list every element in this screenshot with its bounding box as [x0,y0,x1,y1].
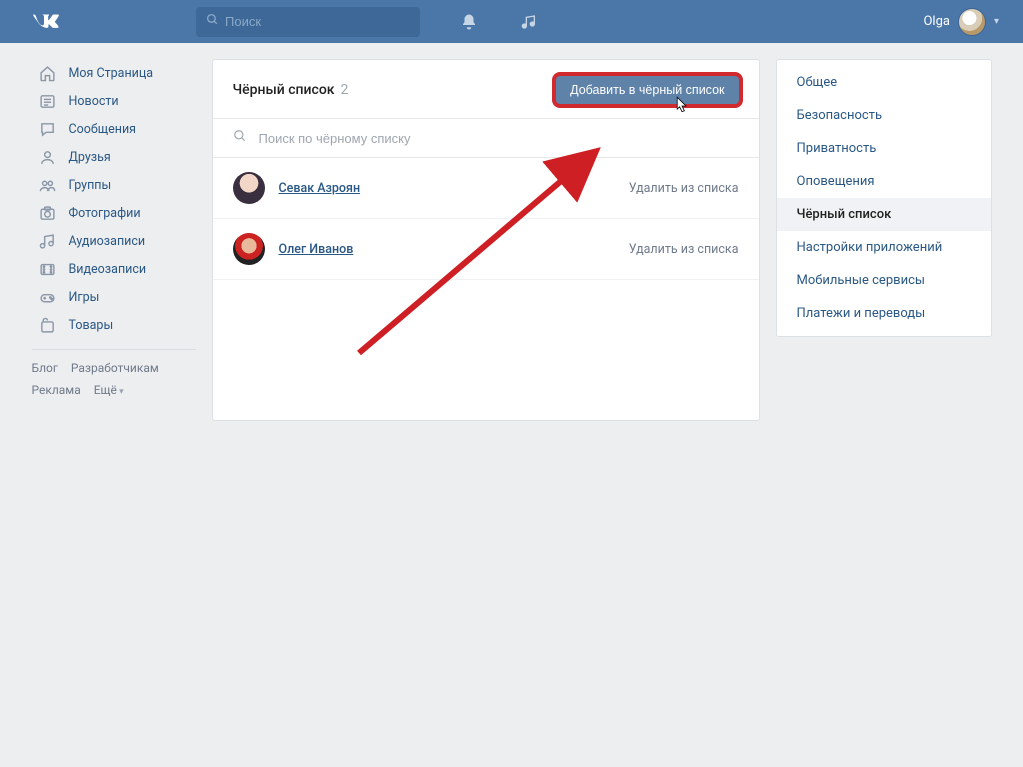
sidebar-item-label: Аудиозаписи [69,234,146,249]
sidebar-item-label: Товары [69,318,114,333]
chevron-down-icon: ▾ [994,16,999,27]
link-devs[interactable]: Разработчикам [71,361,159,375]
panel-header: Чёрный список 2 Добавить в чёрный список [213,60,759,119]
avatar[interactable] [233,172,265,204]
search-icon [206,13,219,30]
friends-icon [38,147,58,167]
sidebar-item-label: Игры [69,290,100,305]
user-name: Olga [923,14,949,29]
sidebar-item-groups[interactable]: Группы [32,171,196,199]
person-name-link[interactable]: Олег Иванов [279,242,354,257]
sidebar-item-label: Группы [69,178,112,193]
link-ads[interactable]: Реклама [32,383,81,397]
sidebar-item-audio[interactable]: Аудиозаписи [32,227,196,255]
blacklist-search[interactable] [213,119,759,158]
person-name-link[interactable]: Севак Азроян [279,181,361,196]
sidebar-item-label: Видеозаписи [69,262,147,277]
remove-from-list-link[interactable]: Удалить из списка [629,181,739,196]
add-to-blacklist-button[interactable]: Добавить в чёрный список [556,76,738,104]
link-blog[interactable]: Блог [32,361,58,375]
footer-links: Блог Разработчикам Реклама Ещё [32,349,196,401]
page-title: Чёрный список [233,82,335,98]
search-input[interactable] [225,14,395,29]
sidebar-item-label: Новости [69,94,119,109]
settings-item-1[interactable]: Безопасность [777,99,991,132]
vk-logo[interactable] [32,12,196,32]
news-icon [38,91,58,111]
game-icon [38,287,58,307]
remove-from-list-link[interactable]: Удалить из списка [629,242,739,257]
header-search[interactable] [196,7,420,37]
sidebar-item-friends[interactable]: Друзья [32,143,196,171]
avatar [958,8,986,36]
settings-item-3[interactable]: Оповещения [777,165,991,198]
sidebar-item-msg[interactable]: Сообщения [32,115,196,143]
search-icon [233,129,247,147]
sidebar-item-photo[interactable]: Фотографии [32,199,196,227]
sidebar-item-game[interactable]: Игры [32,283,196,311]
avatar[interactable] [233,233,265,265]
top-header: Olga ▾ [0,0,1023,43]
sidebar-item-label: Моя Страница [69,66,154,81]
msg-icon [38,119,58,139]
left-sidebar: Моя Страница Новости Сообщения Друзья Группы… [32,59,196,421]
groups-icon [38,175,58,195]
cursor-icon [674,96,690,116]
notifications-icon[interactable] [458,11,480,33]
home-icon [38,63,58,83]
settings-item-5[interactable]: Настройки приложений [777,231,991,264]
blacklist-row: Олег Иванов Удалить из списка [213,219,759,280]
sidebar-item-video[interactable]: Видеозаписи [32,255,196,283]
music-icon[interactable] [518,11,540,33]
blacklist-search-input[interactable] [259,131,739,146]
blacklist-row: Севак Азроян Удалить из списка [213,158,759,219]
settings-sidebar: ОбщееБезопасностьПриватностьОповещенияЧё… [776,59,992,337]
settings-item-7[interactable]: Платежи и переводы [777,297,991,330]
sidebar-item-home[interactable]: Моя Страница [32,59,196,87]
add-button-label: Добавить в чёрный список [570,83,724,97]
audio-icon [38,231,58,251]
sidebar-item-label: Друзья [69,150,111,165]
sidebar-item-news[interactable]: Новости [32,87,196,115]
market-icon [38,315,58,335]
blacklist-count: 2 [341,82,349,98]
settings-item-6[interactable]: Мобильные сервисы [777,264,991,297]
settings-item-4[interactable]: Чёрный список [777,198,991,231]
sidebar-item-label: Сообщения [69,122,137,137]
sidebar-item-market[interactable]: Товары [32,311,196,339]
sidebar-item-label: Фотографии [69,206,141,221]
blacklist-panel: Чёрный список 2 Добавить в чёрный список… [212,59,760,421]
settings-item-2[interactable]: Приватность [777,132,991,165]
user-menu[interactable]: Olga ▾ [923,8,999,36]
link-more[interactable]: Ещё [94,383,124,397]
photo-icon [38,203,58,223]
video-icon [38,259,58,279]
settings-item-0[interactable]: Общее [777,66,991,99]
